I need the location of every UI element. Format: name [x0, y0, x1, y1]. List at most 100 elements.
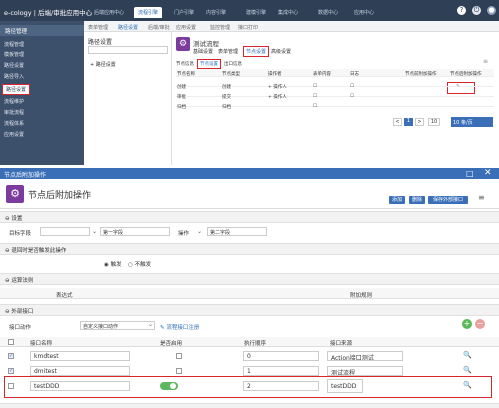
sidebar-item-path[interactable]: 路径设置	[4, 62, 24, 69]
pager-prev[interactable]: <	[393, 118, 402, 126]
sidebar-header: 路径管理	[0, 25, 84, 36]
subtab-node-settings[interactable]: 节点设置	[197, 59, 221, 69]
col-node-name: 节点名称	[177, 72, 195, 77]
radio-trigger[interactable]: ◉ 触发	[104, 260, 122, 268]
help-icon[interactable]: ?	[457, 6, 466, 15]
tab-form[interactable]: 表单管理	[218, 48, 238, 55]
tab-node-settings[interactable]: 节点设置	[243, 46, 270, 57]
first-field-select[interactable]: 第一字段	[100, 227, 170, 236]
sidebar-item-template[interactable]: 模板管理	[4, 51, 24, 58]
col-pre-action: 节点前附加操作	[405, 72, 437, 77]
row-checkbox[interactable]	[8, 383, 14, 389]
enabled-checkbox[interactable]	[176, 353, 182, 359]
pager-page[interactable]: 1	[404, 118, 413, 126]
subnav-monitor[interactable]: 监控管理	[210, 24, 230, 31]
pager-next[interactable]: >	[415, 118, 424, 126]
subnav-path-settings[interactable]: 路径设置	[118, 24, 138, 31]
subnav-print[interactable]: 接口打印	[238, 24, 258, 31]
subnav-form-mgmt[interactable]: 表单管理	[88, 24, 108, 31]
nav-tab-integration[interactable]: 集成中心	[278, 9, 298, 16]
sidebar-item-maintain[interactable]: 流程维护	[4, 98, 24, 105]
nav-tab-content[interactable]: 内容引擎	[206, 9, 226, 16]
sidebar-item-app-settings[interactable]: 应用设置	[4, 131, 24, 138]
ext-action-select[interactable]: 自定义接口动作	[80, 321, 155, 330]
second-field-select[interactable]: 第二字段	[207, 227, 267, 236]
search-icon[interactable]: 🔍	[463, 366, 472, 374]
cell-form-content[interactable]: ☐	[313, 104, 317, 109]
nav-tab-data[interactable]: 数据中心	[318, 9, 338, 16]
menu-icon[interactable]: ≡	[483, 58, 488, 66]
chevron-down-icon[interactable]: ⌄	[92, 228, 97, 235]
sidebar-item-system[interactable]: 流程体系	[4, 120, 24, 127]
col-form-content: 表单内容	[313, 72, 331, 77]
pager-size-input[interactable]: 10	[428, 118, 440, 126]
nav-tab-workflow-engine[interactable]: 流程引擎	[134, 7, 163, 18]
order-field[interactable]: 0	[243, 351, 319, 361]
section-return-action[interactable]: ⊖ 退回时是否触发此操作	[0, 243, 499, 255]
sidebar-item-path-settings[interactable]: 路径设置	[2, 84, 31, 95]
save-external-button[interactable]: 保存外部接口	[428, 196, 468, 204]
add-row-icon[interactable]: +	[462, 319, 472, 329]
iface-name-field[interactable]: testDDD	[30, 381, 130, 391]
sidebar-item-workflow[interactable]: 流程管理	[4, 41, 24, 48]
pager-per-page[interactable]: 10 条/页	[451, 117, 493, 127]
chevron-down-icon[interactable]: ⌄	[148, 321, 153, 328]
scrollbar[interactable]	[0, 403, 499, 408]
nav-tab-portal[interactable]: 门户引擎	[174, 9, 194, 16]
chevron-down-icon[interactable]: ⌄	[197, 228, 202, 235]
tab-basic[interactable]: 基础设置	[193, 48, 213, 55]
source-field[interactable]: 测试流程	[327, 366, 403, 376]
minimize-icon[interactable]: □	[466, 169, 474, 178]
menu-icon[interactable]: ≡	[478, 193, 485, 202]
register-interface-link[interactable]: ✎ 流程接口注册	[160, 323, 199, 331]
subnav-approval[interactable]: 后端/审批	[148, 24, 170, 31]
radio-no-trigger[interactable]: ○ 不触发	[128, 260, 151, 268]
add-button[interactable]: 添加	[389, 196, 405, 204]
sidebar-item-approval[interactable]: 审批流程	[4, 109, 24, 116]
avatar[interactable]: ●	[487, 6, 496, 15]
tree-search-input[interactable]	[88, 46, 168, 54]
section-settings[interactable]: ⊖ 设置	[0, 211, 499, 223]
enabled-checkbox[interactable]	[176, 368, 182, 374]
col-operator: 操作者	[268, 72, 282, 77]
row-checkbox[interactable]: ✓	[8, 368, 14, 374]
iface-name-field[interactable]: dmitest	[30, 366, 130, 376]
search-icon[interactable]: 🔍	[463, 351, 472, 359]
operator-label: 操作	[178, 231, 190, 237]
close-icon[interactable]: ✕	[484, 168, 492, 178]
sidebar-item-import[interactable]: 路径导入	[4, 73, 24, 80]
order-field[interactable]: 2	[243, 381, 319, 391]
modal-page-title: 节点后附加操作	[28, 191, 92, 201]
enabled-toggle[interactable]	[160, 382, 178, 390]
source-field[interactable]: testDDD	[327, 379, 363, 393]
target-field-label: 目标字段	[9, 231, 32, 237]
col-post-action: 节点后附加操作	[450, 72, 482, 77]
remove-row-icon[interactable]: −	[475, 319, 485, 329]
col-iface-name: 接口名称	[30, 341, 53, 347]
delete-button[interactable]: 删除	[409, 196, 425, 204]
order-field[interactable]: 1	[243, 366, 319, 376]
source-field[interactable]: Action接口测试	[327, 351, 403, 361]
ext-action-label: 接口动作	[9, 325, 32, 331]
tree-node[interactable]: + 路径设置	[90, 61, 116, 68]
col-enabled: 是否启用	[160, 341, 183, 347]
nav-tab-apps[interactable]: 应用中心	[354, 9, 374, 16]
nav-tab-modeling[interactable]: 建模引擎	[246, 9, 266, 16]
row-checkbox[interactable]: ✓	[8, 353, 14, 359]
search-icon[interactable]: 🔍	[463, 381, 472, 389]
target-field-select[interactable]	[40, 227, 90, 236]
cell-node-name: 归档	[177, 105, 186, 110]
workflow-name: 测试流程	[193, 40, 219, 48]
section-external[interactable]: ⊖ 外部接口	[0, 304, 499, 316]
col-order: 执行顺序	[244, 341, 267, 347]
subtab-exit-info[interactable]: 出口信息	[224, 61, 242, 67]
subtab-node-info[interactable]: 节点信息	[176, 61, 194, 67]
nav-tab-backend[interactable]: 后端应用中心	[94, 9, 124, 16]
subnav-app-settings[interactable]: 应用设置	[176, 24, 196, 31]
section-calc-rules[interactable]: ⊖ 运算法则	[0, 273, 499, 285]
tab-advanced[interactable]: 高级设置	[271, 48, 291, 55]
select-all-checkbox[interactable]	[8, 339, 14, 345]
col-expression: 表达式	[56, 293, 73, 299]
power-icon[interactable]: ⏻	[472, 6, 481, 15]
iface-name-field[interactable]: kmdtest	[30, 351, 130, 361]
